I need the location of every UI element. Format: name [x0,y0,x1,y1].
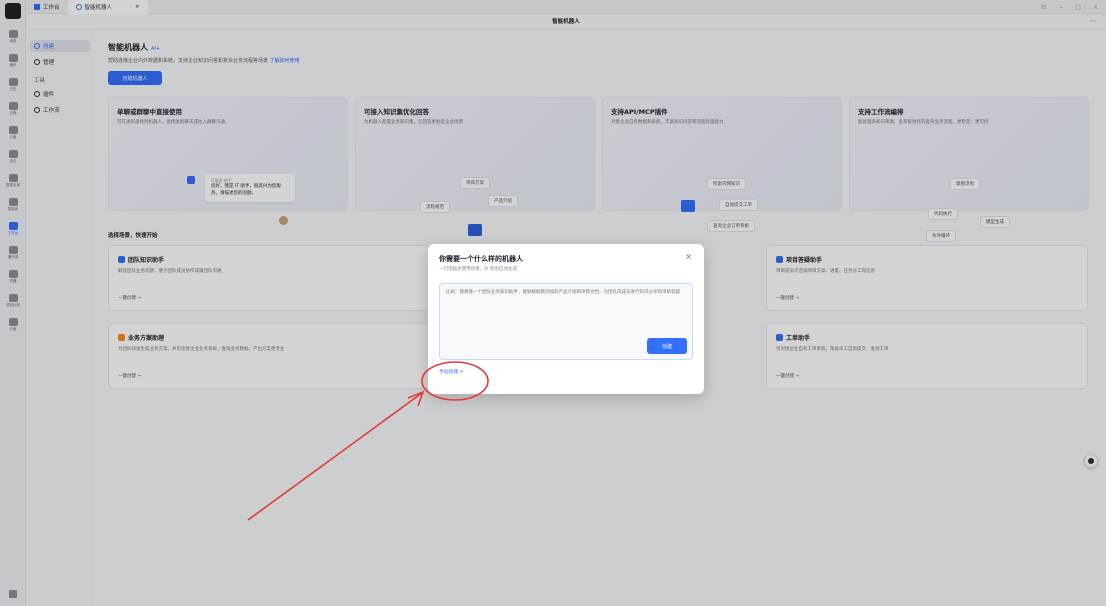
dialog-title: 你需要一个什么样的机器人 [439,255,523,263]
dialog-subtitle: 一句话描述使用场景，AI 帮你自动生成 [439,267,517,272]
manual-create-link[interactable]: 手动创建 > [439,368,464,375]
create-button[interactable]: 创建 [647,338,687,354]
close-icon[interactable]: × [685,252,692,261]
create-bot-dialog: 你需要一个什么样的机器人 一句话描述使用场景，AI 帮你自动生成 × 创建 手动… [428,244,704,394]
